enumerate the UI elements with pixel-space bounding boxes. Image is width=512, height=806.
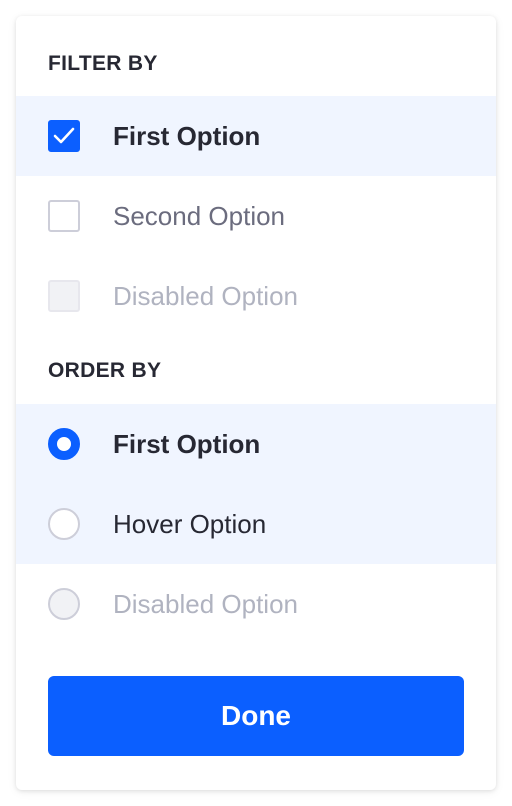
order-disabled-radio xyxy=(48,588,80,620)
filter-second-checkbox[interactable] xyxy=(48,200,80,232)
filter-option-first[interactable]: First Option xyxy=(16,96,496,176)
order-disabled-label: Disabled Option xyxy=(113,589,298,619)
filter-dropdown-panel: FILTER BY First Option Second Option Dis… xyxy=(16,16,496,790)
order-hover-label: Hover Option xyxy=(113,509,267,539)
filter-first-checkbox[interactable] xyxy=(48,120,80,152)
filter-disabled-checkbox xyxy=(48,280,80,312)
filter-option-second[interactable]: Second Option xyxy=(16,176,496,256)
order-option-hover[interactable]: Hover Option xyxy=(16,484,496,564)
filter-disabled-label: Disabled Option xyxy=(113,281,298,311)
order-option-first[interactable]: First Option xyxy=(16,404,496,484)
order-first-radio[interactable] xyxy=(48,428,80,460)
checkmark-icon xyxy=(53,127,75,144)
order-by-header: ORDER BY xyxy=(48,359,162,382)
done-button[interactable]: Done xyxy=(48,676,464,756)
order-hover-radio[interactable] xyxy=(48,508,80,540)
filter-second-label: Second Option xyxy=(113,201,286,231)
order-option-disabled: Disabled Option xyxy=(16,564,496,644)
filter-by-header: FILTER BY xyxy=(48,52,158,75)
order-first-label: First Option xyxy=(113,429,261,459)
filter-first-label: First Option xyxy=(113,121,261,151)
filter-option-disabled: Disabled Option xyxy=(16,256,496,336)
